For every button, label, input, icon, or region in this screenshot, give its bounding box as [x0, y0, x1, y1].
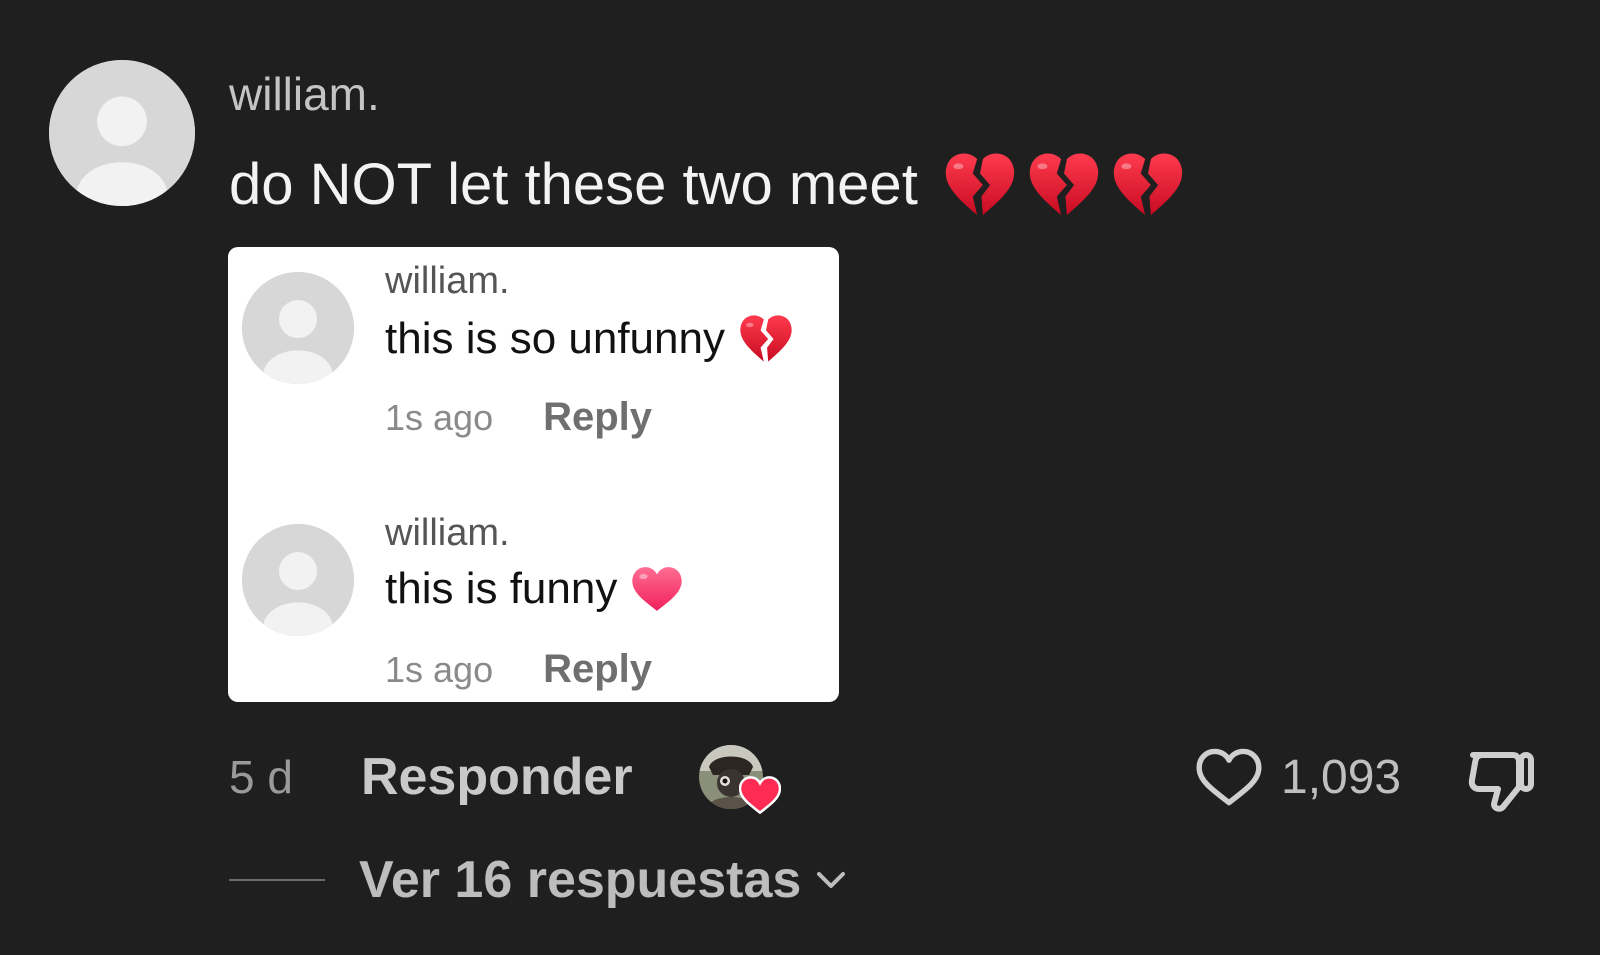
comment-text-row: do NOT let these two meet — [229, 150, 1184, 220]
broken-heart-emoji-icon — [944, 151, 1016, 219]
like-group: 1,093 — [1195, 745, 1401, 809]
default-avatar-icon — [242, 272, 354, 384]
default-avatar-icon — [242, 524, 354, 636]
comment-text: do NOT let these two meet — [229, 152, 918, 217]
default-avatar-icon — [49, 60, 195, 206]
view-replies-row: Ver 16 respuestas — [229, 848, 849, 912]
broken-heart-emoji-icon — [1112, 151, 1184, 219]
embedded-meta: 1s ago Reply — [385, 395, 652, 440]
view-replies-button[interactable]: Ver 16 respuestas — [359, 850, 801, 910]
embedded-username: william. — [385, 260, 510, 302]
comment-time: 5 d — [229, 751, 293, 803]
comment-actions: 5 d Responder — [229, 745, 781, 815]
embedded-reply-button: Reply — [543, 395, 653, 439]
dislike-button[interactable] — [1465, 743, 1537, 815]
embedded-comment-text: this is funny — [385, 564, 618, 613]
reply-button[interactable]: Responder — [361, 747, 633, 807]
like-count: 1,093 — [1281, 750, 1402, 804]
broken-heart-emoji-icon — [1028, 151, 1100, 219]
broken-heart-emoji-icon — [739, 314, 793, 364]
replies-divider — [229, 879, 325, 881]
embedded-avatar — [242, 524, 354, 636]
heart-outline-icon[interactable] — [1195, 746, 1263, 808]
embedded-time: 1s ago — [385, 649, 494, 690]
embedded-time: 1s ago — [385, 397, 494, 438]
embedded-meta: 1s ago Reply — [385, 647, 652, 692]
embedded-comment-text-row: this is funny — [385, 563, 683, 615]
commenter-avatar[interactable] — [49, 60, 195, 206]
red-heart-emoji-icon — [632, 567, 683, 611]
comment-emojis — [944, 151, 1184, 219]
embedded-username: william. — [385, 512, 510, 554]
embedded-comment-text-row: this is so unfunny — [385, 313, 793, 365]
embedded-comment-text: this is so unfunny — [385, 314, 725, 363]
embedded-avatar — [242, 272, 354, 384]
thumbs-down-icon — [1468, 752, 1534, 812]
heart-icon — [738, 776, 781, 815]
chevron-down-icon[interactable] — [813, 862, 849, 898]
embedded-screenshot-card: william. this is so unfunny 1s ago Reply… — [228, 247, 839, 702]
embedded-reply-button: Reply — [543, 647, 653, 691]
creator-liked-badge — [698, 745, 781, 815]
commenter-username[interactable]: william. — [229, 66, 380, 122]
